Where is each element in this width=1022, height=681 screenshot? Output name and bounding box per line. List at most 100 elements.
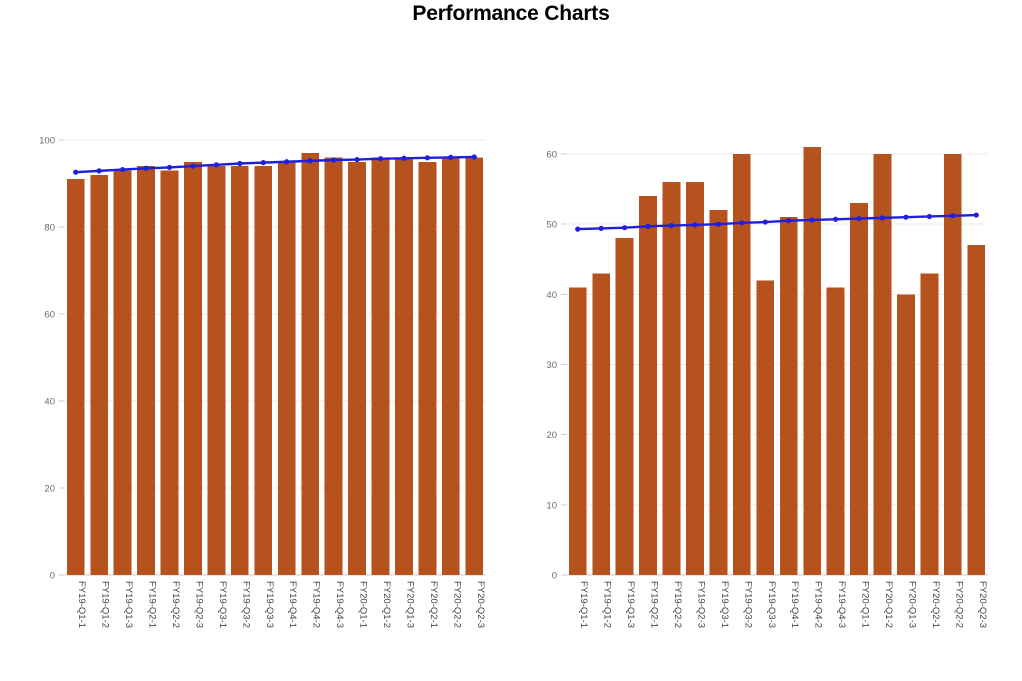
bar[interactable] <box>639 196 657 575</box>
trend-point[interactable] <box>739 220 745 226</box>
trend-point[interactable] <box>307 158 313 164</box>
x-axis-tick-label: FY20-Q1-2 <box>883 581 894 628</box>
bar[interactable] <box>66 179 85 575</box>
trend-point[interactable] <box>903 214 909 220</box>
bar[interactable] <box>592 273 611 575</box>
bar[interactable] <box>465 157 484 575</box>
trend-point[interactable] <box>120 166 126 173</box>
x-axis-tick-label: FY20-Q2-2 <box>451 581 462 628</box>
x-axis-tick-label: FY19-Q4-3 <box>836 581 847 628</box>
trend-point[interactable] <box>786 218 792 224</box>
trend-point[interactable] <box>926 213 932 220</box>
plot-area-right: 0 10 20 30 40 50 60 FY19-Q1-1 FY19-Q1-2 FY19-Q1-3… <box>520 120 1010 680</box>
trend-point[interactable] <box>973 212 979 218</box>
bar[interactable] <box>113 170 132 575</box>
y-axis-tick-label: 60 <box>546 150 557 161</box>
bar[interactable] <box>90 174 109 576</box>
bar[interactable] <box>615 238 634 575</box>
y-axis-tick-label: 20 <box>546 430 557 441</box>
trend-point[interactable] <box>715 221 721 227</box>
bar[interactable] <box>184 161 202 575</box>
trend-point[interactable] <box>331 157 337 163</box>
bar[interactable] <box>662 182 681 575</box>
trend-point[interactable] <box>354 156 360 163</box>
trend-point[interactable] <box>260 160 266 166</box>
bar[interactable] <box>686 182 704 575</box>
trend-point[interactable] <box>598 225 604 232</box>
bar[interactable] <box>207 166 226 575</box>
x-axis-tick-label: FY19-Q4-3 <box>334 581 345 628</box>
bar[interactable] <box>441 157 460 575</box>
y-axis-tick-label: 40 <box>546 290 557 301</box>
x-axis-tick-label: FY20-Q2-1 <box>930 581 941 628</box>
chart-svg-right: 0 10 20 30 40 50 60 FY19-Q1-1 FY19-Q1-2 FY19-Q1-3… <box>546 147 988 628</box>
trend-point[interactable] <box>879 215 886 221</box>
x-axis-tick-label: FY19-Q2-2 <box>170 581 181 628</box>
trend-point[interactable] <box>73 169 79 175</box>
bar[interactable] <box>371 157 390 575</box>
trend-point[interactable] <box>833 216 839 222</box>
trend-point[interactable] <box>448 154 454 160</box>
trend-point[interactable] <box>284 159 290 165</box>
trend-point[interactable] <box>237 160 243 167</box>
bar[interactable] <box>897 294 915 575</box>
x-axis-tick-label: FY19-Q4-2 <box>813 581 824 628</box>
bar[interactable] <box>395 157 413 575</box>
bar[interactable] <box>324 157 343 575</box>
bar[interactable] <box>137 166 155 575</box>
bar[interactable] <box>254 166 273 575</box>
x-axis-tick-label: FY19-Q1-3 <box>625 581 636 628</box>
bar[interactable] <box>230 166 249 575</box>
trend-point[interactable] <box>856 215 862 222</box>
trend-point[interactable] <box>377 156 384 162</box>
bar[interactable] <box>418 161 437 575</box>
x-axis-tick-label: FY19-Q1-1 <box>578 581 589 628</box>
y-axis-tick-label: 0 <box>50 571 55 582</box>
trend-point[interactable] <box>645 223 651 229</box>
y-axis-tick-label: 20 <box>44 484 55 495</box>
trend-point[interactable] <box>213 162 219 168</box>
bar[interactable] <box>348 161 366 575</box>
y-axis-tick-label: 50 <box>546 220 557 231</box>
x-axis-tick-label: FY20-Q1-3 <box>404 581 415 628</box>
bar[interactable] <box>920 273 939 575</box>
bar[interactable] <box>277 161 296 575</box>
bar[interactable] <box>779 217 798 575</box>
trend-point[interactable] <box>575 226 581 232</box>
plot-area-left: 0 20 40 60 80 100 FY19-Q1-1 FY19-Q1-2 FY19-Q1-3 F… <box>18 120 508 680</box>
trend-point[interactable] <box>692 222 698 228</box>
bar[interactable] <box>803 147 822 576</box>
x-axis-tick-label: FY19-Q3-1 <box>217 581 228 628</box>
y-axis-tick-label: 40 <box>44 397 55 408</box>
trend-point[interactable] <box>143 165 149 171</box>
x-axis-tick-label: FY19-Q4-1 <box>789 581 800 628</box>
x-axis-tick-label: FY19-Q1-1 <box>76 581 87 628</box>
trend-point[interactable] <box>622 225 628 231</box>
trend-point[interactable] <box>401 155 407 161</box>
page-title: Performance Charts <box>412 2 610 25</box>
trend-point[interactable] <box>190 163 196 169</box>
bar[interactable] <box>967 245 986 575</box>
trend-line <box>75 155 475 174</box>
bar[interactable] <box>301 153 320 576</box>
trend-point[interactable] <box>424 155 430 161</box>
trend-point[interactable] <box>96 168 102 174</box>
trend-point[interactable] <box>166 164 173 171</box>
bar[interactable] <box>850 203 868 575</box>
trend-point[interactable] <box>668 222 675 229</box>
chart-panel-right: 0 10 20 30 40 50 60 FY19-Q1-1 FY19-Q1-2 FY19-Q1-3… <box>520 120 1010 680</box>
y-axis-tick-label: 10 <box>546 500 557 511</box>
bar[interactable] <box>709 210 728 575</box>
bar[interactable] <box>568 287 587 575</box>
trend-point[interactable] <box>950 213 956 219</box>
bar[interactable] <box>160 170 179 575</box>
trend-point[interactable] <box>762 219 768 225</box>
bar[interactable] <box>732 154 751 575</box>
bar[interactable] <box>756 280 775 575</box>
trend-point[interactable] <box>809 217 815 223</box>
bar[interactable] <box>826 287 845 575</box>
chart-panel-left: 0 20 40 60 80 100 FY19-Q1-1 FY19-Q1-2 FY19-Q1-3 F… <box>18 120 508 680</box>
x-axis-tick-label: FY19-Q1-2 <box>602 581 613 628</box>
y-axis-tick-label: 0 <box>552 571 557 582</box>
trend-point[interactable] <box>471 154 477 160</box>
